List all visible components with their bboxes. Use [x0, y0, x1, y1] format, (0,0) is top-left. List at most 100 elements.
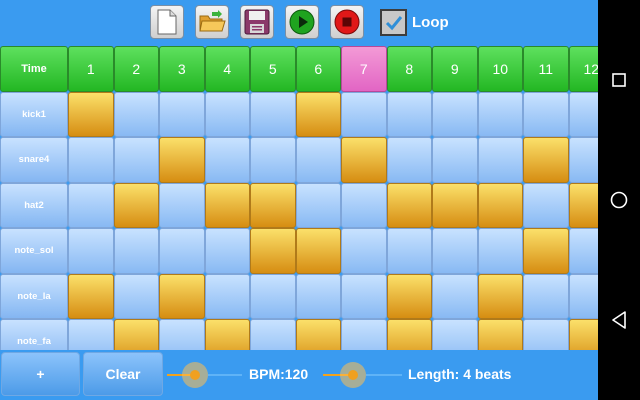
- step-cell[interactable]: [432, 228, 478, 274]
- step-cell[interactable]: [295, 137, 341, 183]
- bpm-slider-knob[interactable]: [182, 362, 208, 388]
- stop-button[interactable]: [330, 5, 364, 39]
- step-cell[interactable]: [386, 273, 432, 319]
- step-cell[interactable]: [477, 137, 523, 183]
- step-cell[interactable]: [250, 137, 296, 183]
- step-cell[interactable]: [341, 137, 387, 183]
- step-cell[interactable]: [386, 182, 432, 228]
- step-cell[interactable]: [295, 273, 341, 319]
- step-cell[interactable]: [568, 228, 598, 274]
- circle-icon: [610, 191, 628, 209]
- step-cell[interactable]: [68, 91, 114, 137]
- step-cell[interactable]: [159, 91, 205, 137]
- loop-checkbox[interactable]: [380, 9, 407, 36]
- step-cell[interactable]: [568, 137, 598, 183]
- step-cell[interactable]: [250, 182, 296, 228]
- step-cell[interactable]: [477, 91, 523, 137]
- step-cell[interactable]: [159, 182, 205, 228]
- step-cell[interactable]: [204, 273, 250, 319]
- step-cell[interactable]: [523, 91, 569, 137]
- step-cell[interactable]: [341, 91, 387, 137]
- step-cell[interactable]: [523, 319, 569, 350]
- step-cell[interactable]: [568, 182, 598, 228]
- step-cell[interactable]: [568, 273, 598, 319]
- step-cell[interactable]: [568, 319, 598, 350]
- clear-button[interactable]: Clear: [83, 352, 163, 396]
- add-track-button[interactable]: +: [1, 352, 80, 396]
- step-cell[interactable]: [204, 91, 250, 137]
- step-cell[interactable]: [568, 91, 598, 137]
- length-slider-knob[interactable]: [340, 362, 366, 388]
- save-file-button[interactable]: [240, 5, 274, 39]
- step-cell[interactable]: [432, 91, 478, 137]
- track-label-note-sol[interactable]: note_sol: [0, 228, 68, 274]
- step-cell[interactable]: [250, 228, 296, 274]
- track-label-note-fa[interactable]: note_fa: [0, 319, 68, 350]
- step-cell[interactable]: [68, 228, 114, 274]
- step-cell[interactable]: [113, 182, 159, 228]
- step-cell[interactable]: [386, 319, 432, 350]
- back-button[interactable]: [609, 310, 629, 330]
- step-cell[interactable]: [477, 182, 523, 228]
- step-cell[interactable]: [295, 319, 341, 350]
- step-cell[interactable]: [250, 319, 296, 350]
- step-cell[interactable]: [68, 182, 114, 228]
- step-cell[interactable]: [159, 137, 205, 183]
- step-cell[interactable]: [523, 182, 569, 228]
- length-label: Length: 4 beats: [408, 366, 512, 382]
- step-cell[interactable]: [113, 228, 159, 274]
- home-button[interactable]: [609, 190, 629, 210]
- step-cell[interactable]: [295, 182, 341, 228]
- step-header-2: 2: [113, 46, 159, 92]
- step-cell[interactable]: [159, 319, 205, 350]
- play-button[interactable]: [285, 5, 319, 39]
- step-cell[interactable]: [68, 319, 114, 350]
- step-cell[interactable]: [113, 91, 159, 137]
- step-cell[interactable]: [204, 137, 250, 183]
- step-cell[interactable]: [477, 228, 523, 274]
- track-label-kick1[interactable]: kick1: [0, 91, 68, 137]
- track-label-snare4[interactable]: snare4: [0, 137, 68, 183]
- step-cell[interactable]: [68, 137, 114, 183]
- step-cell[interactable]: [250, 273, 296, 319]
- open-file-button[interactable]: [195, 5, 229, 39]
- step-cell[interactable]: [204, 182, 250, 228]
- step-header-12: 12: [568, 46, 598, 92]
- step-cell[interactable]: [295, 91, 341, 137]
- step-cell[interactable]: [523, 273, 569, 319]
- step-cell[interactable]: [68, 273, 114, 319]
- step-cell[interactable]: [477, 273, 523, 319]
- step-cell[interactable]: [159, 228, 205, 274]
- step-cell[interactable]: [250, 91, 296, 137]
- step-cell[interactable]: [523, 137, 569, 183]
- step-cell[interactable]: [341, 319, 387, 350]
- step-cell[interactable]: [386, 91, 432, 137]
- step-cell[interactable]: [432, 182, 478, 228]
- step-cell[interactable]: [432, 137, 478, 183]
- step-cell[interactable]: [113, 137, 159, 183]
- bpm-label: BPM:120: [249, 366, 309, 382]
- step-cell[interactable]: [523, 228, 569, 274]
- step-cell[interactable]: [113, 273, 159, 319]
- track-label-note-la[interactable]: note_la: [0, 273, 68, 319]
- step-cell[interactable]: [477, 319, 523, 350]
- recent-apps-button[interactable]: [609, 70, 629, 90]
- step-cell[interactable]: [341, 228, 387, 274]
- step-cell[interactable]: [204, 228, 250, 274]
- step-header-10: 10: [477, 46, 523, 92]
- save-icon: [244, 9, 270, 35]
- step-cell[interactable]: [295, 228, 341, 274]
- track-label-hat2[interactable]: hat2: [0, 182, 68, 228]
- step-cell[interactable]: [386, 228, 432, 274]
- step-cell[interactable]: [432, 273, 478, 319]
- step-cell[interactable]: [113, 319, 159, 350]
- step-cell[interactable]: [432, 319, 478, 350]
- step-cell[interactable]: [159, 273, 205, 319]
- new-file-button[interactable]: [150, 5, 184, 39]
- step-cell[interactable]: [341, 273, 387, 319]
- back-triangle-icon: [612, 311, 626, 329]
- step-header-3: 3: [159, 46, 205, 92]
- step-cell[interactable]: [386, 137, 432, 183]
- step-cell[interactable]: [204, 319, 250, 350]
- step-cell[interactable]: [341, 182, 387, 228]
